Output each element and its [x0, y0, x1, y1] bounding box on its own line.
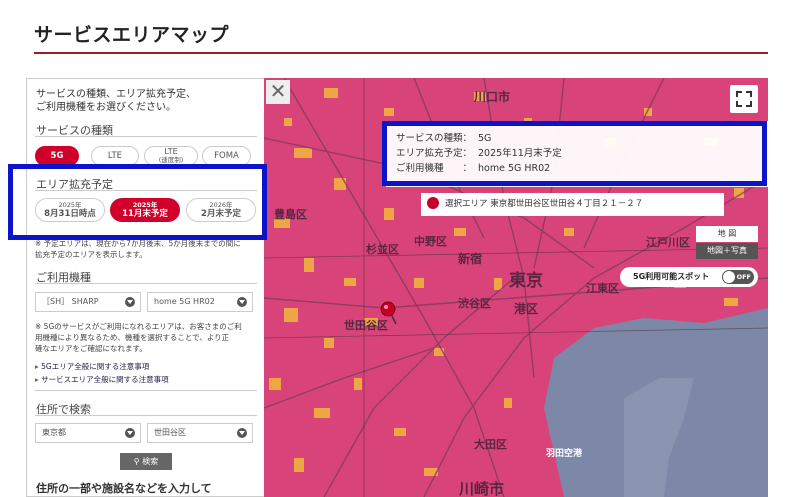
- chevron-down-icon: [125, 297, 135, 307]
- divider: [35, 283, 257, 284]
- map-label-shibuya: 渋谷区: [458, 297, 491, 310]
- chevron-down-icon: [237, 297, 247, 307]
- map-label-haneda: 羽田空港: [546, 449, 583, 459]
- city-select[interactable]: 世田谷区: [147, 423, 253, 443]
- map-label-koto: 江東区: [586, 282, 619, 295]
- fullscreen-icon[interactable]: [730, 85, 758, 113]
- map-type-switcher: 地 図 地図＋写真: [696, 226, 758, 259]
- expansion-note: ※ 予定エリアは、現在から7か月後末、5か月後末までの間に 拡充予定のエリアを表…: [35, 239, 241, 259]
- map-label-ota: 大田区: [474, 438, 507, 451]
- divider: [35, 390, 257, 391]
- service-foma-button[interactable]: FOMA: [202, 146, 251, 166]
- map-type-map-button[interactable]: 地 図: [696, 226, 758, 242]
- page-title: サービスエリアマップ: [34, 24, 230, 46]
- keyword-search-label: 住所の一部や施設名などを入力して: [36, 482, 212, 495]
- map-pin-icon: [427, 197, 439, 209]
- map-type-photo-button[interactable]: 地図＋写真: [696, 243, 758, 259]
- map-label-suginami: 杉並区: [366, 243, 399, 256]
- highlight-expansion-box: [8, 164, 267, 240]
- 5g-notice-link[interactable]: 5Gエリア全般に関する注意事項: [35, 361, 149, 372]
- map-label-shinjuku: 新宿: [458, 252, 483, 266]
- map-label-edogawa: 江戸川区: [646, 236, 690, 249]
- divider: [35, 415, 257, 416]
- map-label-setagaya: 世田谷区: [344, 319, 388, 332]
- chevron-down-icon: [125, 428, 135, 438]
- map-label-kawaguchi: 川口市: [474, 90, 511, 104]
- panel-intro: サービスの種類、エリア拡充予定、 ご利用機種をお選びください。: [36, 89, 196, 113]
- close-icon[interactable]: ✕: [266, 80, 290, 104]
- service-lte-limited-button[interactable]: LTE (速度制): [144, 146, 198, 166]
- toggle-switch[interactable]: OFF: [722, 270, 754, 284]
- map-label-toshima: 豊島区: [274, 208, 307, 221]
- chevron-down-icon: [237, 428, 247, 438]
- service-notice-link[interactable]: サービスエリア全般に関する注意事項: [35, 374, 169, 385]
- search-panel: サービスの種類、エリア拡充予定、 ご利用機種をお選びください。 サービスの種類 …: [26, 78, 264, 497]
- map-label-kawasaki: 川崎市: [459, 480, 505, 497]
- search-button[interactable]: ⚲ 検索: [120, 453, 172, 470]
- model-select[interactable]: home 5G HR02: [147, 292, 253, 312]
- highlight-info-box: [382, 121, 767, 186]
- service-lte-button[interactable]: LTE: [91, 146, 139, 166]
- title-divider: [34, 52, 768, 54]
- service-5g-button[interactable]: 5G: [35, 146, 79, 166]
- map-label-nakano: 中野区: [414, 235, 447, 248]
- prefecture-select[interactable]: 東京都: [35, 423, 141, 443]
- device-note: ※ 5Gのサービスがご利用になれるエリアは、お客さまのご利 用機種により異なるた…: [35, 322, 242, 353]
- map-label-minato: 港区: [514, 302, 539, 316]
- 5g-spot-toggle[interactable]: 5G利用可能スポット OFF: [620, 267, 758, 287]
- search-icon: ⚲: [133, 457, 143, 466]
- map-label-tokyo: 東京: [509, 271, 543, 291]
- maker-select[interactable]: ［SH］ SHARP: [35, 292, 141, 312]
- divider: [35, 136, 257, 137]
- selected-area-box: 選択エリア 東京都世田谷区世田谷４丁目２１－２７: [421, 193, 724, 216]
